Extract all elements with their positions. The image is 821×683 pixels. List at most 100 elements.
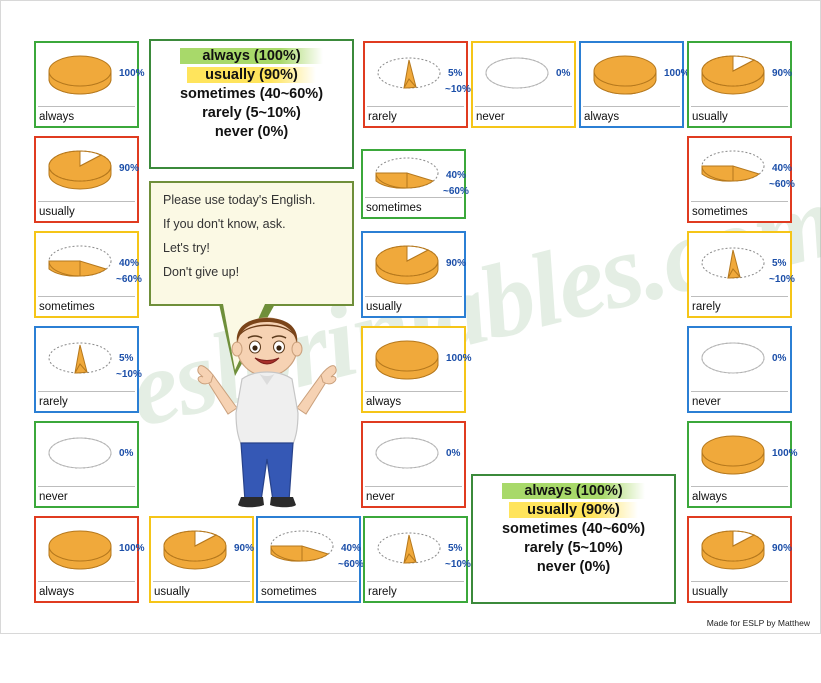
pie-card-label: rarely [368,111,397,123]
legend-bottom-row-text: rarely (5~10%) [524,540,623,556]
pie-card-label: rarely [368,586,397,598]
pie-card-never[interactable]: 0% never [687,326,792,413]
legend-bottom-row-text: sometimes (40~60%) [501,521,646,537]
pie-card-label: sometimes [692,206,748,218]
bubble-line: Don't give up! [163,265,240,279]
card-divider [367,581,464,582]
bubble-line: If you don't know, ask. [163,217,286,231]
pie-value-primary: 100% [119,68,145,79]
pie-card-usually[interactable]: 90% usually [361,231,466,318]
pie-card-never[interactable]: 0% never [361,421,466,508]
legend-top-row-text: always (100%) [180,48,323,64]
card-divider [691,296,788,297]
card-divider [691,391,788,392]
pie-card-label: usually [39,206,75,218]
pie-value-primary: 40% [772,163,793,174]
card-divider [365,296,462,297]
worksheet-page: eslprintables.com 100% always 90% usually … [0,0,821,634]
pie-card-usually[interactable]: 90% usually [34,136,139,223]
legend-top-row-text: usually (90%) [187,67,316,83]
boy-character [197,313,337,508]
card-divider [367,106,464,107]
legend-bottom-row-text: always (100%) [502,483,645,499]
legend-top-row: always (100%) [151,48,352,64]
pie-value-primary: 5% [119,353,134,364]
pie-value-primary: 40% [341,543,362,554]
pie-card-label: always [584,111,620,123]
pie-card-sometimes[interactable]: 40% ~60% sometimes [361,149,469,219]
legend-box-bottom: always (100%) usually (90%) sometimes (40~… [471,474,676,604]
pie-value-primary: 0% [772,353,787,364]
card-divider [691,581,788,582]
pie-card-label: always [39,111,75,123]
pie-card-usually[interactable]: 90% usually [687,41,792,128]
card-divider [691,106,788,107]
pie-card-never[interactable]: 0% never [471,41,576,128]
bubble-line: Please use today's English. [163,193,316,207]
pie-card-label: always [39,586,75,598]
pie-card-always[interactable]: 100% always [687,421,798,508]
pie-card-always[interactable]: 100% always [361,326,472,413]
pie-card-sometimes[interactable]: 40% ~60% sometimes [687,136,795,223]
pie-card-label: never [39,491,68,503]
pie-value-primary: 90% [119,163,140,174]
pie-card-label: sometimes [39,301,95,313]
bubble-line: Let's try! [163,241,210,255]
pie-card-sometimes[interactable]: 40% ~60% sometimes [256,516,364,603]
legend-bottom-row: sometimes (40~60%) [473,521,674,537]
pie-card-usually[interactable]: 90% usually [687,516,792,603]
pie-card-label: usually [366,301,402,313]
card-divider [38,391,135,392]
pie-card-label: never [366,491,395,503]
pie-value-primary: 5% [448,543,463,554]
legend-top-row: usually (90%) [151,67,352,83]
pie-card-label: sometimes [366,202,422,214]
pie-card-label: usually [692,586,728,598]
pie-card-label: sometimes [261,586,317,598]
credit-text: Made for ESLP by Matthew [706,618,810,628]
pie-value-primary: 5% [772,258,787,269]
card-divider [365,197,462,198]
pie-value-primary: 0% [446,448,461,459]
pie-value-secondary: ~60% [769,179,795,190]
pie-card-always[interactable]: 100% always [34,516,145,603]
pie-card-label: usually [154,586,190,598]
card-divider [365,391,462,392]
legend-bottom-row: rarely (5~10%) [473,540,674,556]
card-divider [153,581,250,582]
legend-bottom-row: never (0%) [473,559,674,575]
pie-card-label: always [366,396,402,408]
legend-top-row-text: rarely (5~10%) [202,105,301,121]
pie-value-secondary: ~10% [769,274,795,285]
card-divider [38,296,135,297]
card-divider [38,106,135,107]
legend-bottom-row: usually (90%) [473,502,674,518]
legend-box-top: always (100%) usually (90%) sometimes (40~… [149,39,354,169]
pie-card-sometimes[interactable]: 40% ~60% sometimes [34,231,142,318]
card-divider [583,106,680,107]
pie-card-rarely[interactable]: 5% ~10% rarely [34,326,142,413]
legend-bottom-row-text: usually (90%) [509,502,638,518]
pie-card-always[interactable]: 100% always [579,41,690,128]
pie-value-primary: 0% [119,448,134,459]
pie-card-rarely[interactable]: 5% ~10% rarely [687,231,795,318]
pie-value-secondary: ~60% [443,186,469,197]
pie-value-primary: 40% [119,258,140,269]
card-divider [691,201,788,202]
pie-card-usually[interactable]: 90% usually [149,516,254,603]
pie-card-rarely[interactable]: 5% ~10% rarely [363,41,471,128]
pie-card-rarely[interactable]: 5% ~10% rarely [363,516,471,603]
card-divider [38,581,135,582]
speech-bubble: Please use today's English. If you don't … [149,181,354,306]
pie-value-primary: 90% [772,68,793,79]
pie-card-label: rarely [692,301,721,313]
pie-value-primary: 90% [446,258,467,269]
pie-card-label: always [692,491,728,503]
legend-bottom-row-text: never (0%) [536,559,611,575]
pie-value-primary: 100% [664,68,690,79]
pie-card-never[interactable]: 0% never [34,421,139,508]
card-divider [38,201,135,202]
pie-card-label: rarely [39,396,68,408]
pie-card-label: usually [692,111,728,123]
pie-card-always[interactable]: 100% always [34,41,145,128]
